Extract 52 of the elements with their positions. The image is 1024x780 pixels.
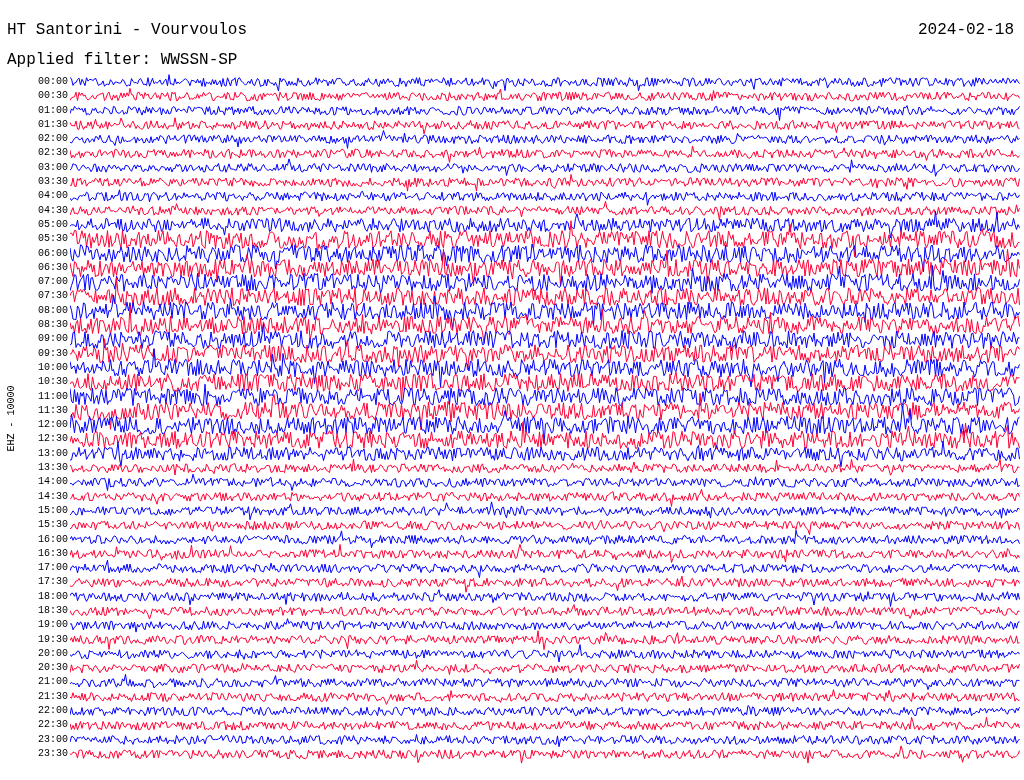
time-label: 03:00 [37,160,69,175]
time-label: 15:00 [37,503,69,518]
time-label: 18:00 [37,589,69,604]
time-label: 14:30 [37,489,69,504]
time-label: 07:30 [37,289,69,304]
time-label: 02:00 [37,132,69,147]
time-label: 01:00 [37,103,69,118]
time-label: 04:30 [37,203,69,218]
time-label: 21:00 [37,675,69,690]
time-label: 10:00 [37,360,69,375]
time-label: 05:00 [37,217,69,232]
time-label: 02:30 [37,146,69,161]
time-label: 17:30 [37,575,69,590]
time-label: 09:30 [37,346,69,361]
time-label: 14:00 [37,475,69,490]
time-label: 11:30 [37,403,69,418]
time-label: 22:30 [37,718,69,733]
time-label: 07:00 [37,275,69,290]
time-label: 01:30 [37,117,69,132]
time-label: 06:00 [37,246,69,261]
date-label: 2024-02-18 [918,20,1014,40]
time-label: 20:30 [37,661,69,676]
time-label: 21:30 [37,689,69,704]
time-label: 16:00 [37,532,69,547]
filter-label: Applied filter: WWSSN-SP [6,50,239,70]
time-label: 09:00 [37,332,69,347]
time-label: 00:00 [37,75,69,89]
time-label: 23:00 [37,732,69,747]
time-label: 10:30 [37,375,69,390]
station-title: HT Santorini - Vourvoulos [7,20,248,40]
time-label: 13:30 [37,461,69,475]
time-label: 13:00 [37,446,69,461]
time-label: 22:00 [37,704,69,719]
time-label: 11:00 [37,389,69,404]
time-label: 18:30 [37,604,69,618]
time-label: 00:30 [37,89,69,104]
time-label: 17:00 [37,561,69,576]
time-label: 08:00 [37,303,69,318]
time-label: 12:00 [37,418,69,433]
time-label: 05:30 [37,232,69,247]
time-label: 15:30 [37,518,69,533]
time-label: 19:00 [37,618,69,633]
time-label: 23:30 [37,746,69,761]
time-label: 06:30 [37,260,69,275]
time-label: 19:30 [37,632,69,647]
time-label: 12:30 [37,432,69,447]
time-label: 04:00 [37,189,69,204]
channel-label: EHZ - 10000 [5,385,17,452]
time-label: 03:30 [37,175,69,190]
time-label: 08:30 [37,318,69,333]
time-label: 20:00 [37,646,69,661]
time-label: 16:30 [37,546,69,561]
